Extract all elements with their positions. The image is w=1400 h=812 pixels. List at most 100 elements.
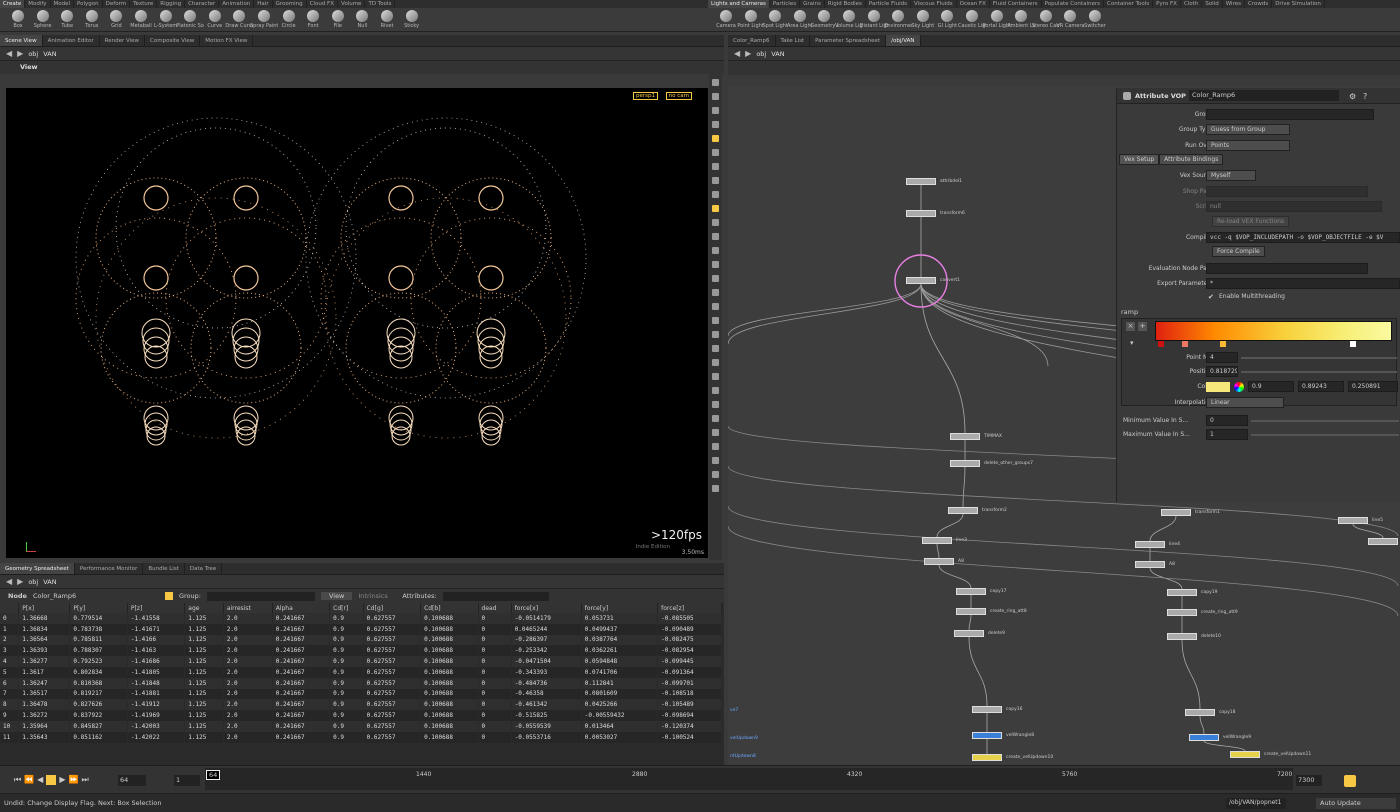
forward-arrow-icon[interactable]: ▶ bbox=[17, 577, 23, 586]
interp-menu[interactable]: Linear bbox=[1206, 397, 1284, 408]
color-wheel-icon[interactable] bbox=[1234, 382, 1244, 392]
view-menu[interactable]: View bbox=[320, 592, 353, 600]
min-field[interactable]: 0 bbox=[1206, 415, 1248, 426]
vex-source-menu[interactable]: Myself bbox=[1206, 170, 1256, 181]
viewport-tool-icon[interactable] bbox=[712, 373, 719, 380]
step-back-icon[interactable]: ⏪ bbox=[24, 775, 34, 785]
tab-animation-editor[interactable]: Animation Editor bbox=[43, 35, 100, 46]
tab-geometry-spreadsheet[interactable]: Geometry Spreadsheet bbox=[0, 563, 75, 574]
table-row[interactable]: 7 1.36517 0.819217 -1.41881 1.125 2.0 0.241667… bbox=[0, 688, 722, 700]
viewport-tool-icon[interactable] bbox=[712, 93, 719, 100]
color-g-field[interactable]: 0.89243 bbox=[1298, 381, 1344, 392]
start-frame-field[interactable]: 1 bbox=[174, 775, 200, 786]
viewport-tool-icon[interactable] bbox=[712, 331, 719, 338]
tab-model[interactable]: Model bbox=[51, 0, 75, 8]
column-header[interactable]: P[x] bbox=[18, 603, 71, 613]
column-header[interactable]: P[z] bbox=[127, 603, 186, 613]
column-header[interactable]: P[y] bbox=[69, 603, 128, 613]
group-type-menu[interactable]: Guess from Group bbox=[1206, 124, 1290, 135]
tab-bundle-list[interactable]: Bundle List bbox=[143, 563, 185, 574]
tab-character[interactable]: Character bbox=[185, 0, 220, 8]
network-node[interactable] bbox=[906, 210, 936, 217]
color-r-field[interactable]: 0.9 bbox=[1248, 381, 1294, 392]
step-forward-icon[interactable]: ⏩ bbox=[68, 775, 78, 785]
network-node[interactable] bbox=[1167, 633, 1197, 640]
tab-wires[interactable]: Wires bbox=[1223, 0, 1245, 8]
column-header[interactable]: airresist bbox=[223, 603, 273, 613]
column-header[interactable] bbox=[0, 603, 20, 613]
tab-solid[interactable]: Solid bbox=[1202, 0, 1223, 8]
tab-lights-and-cameras[interactable]: Lights and Cameras bbox=[708, 0, 770, 8]
back-arrow-icon[interactable]: ◀ bbox=[734, 49, 740, 58]
tab-crowds[interactable]: Crowds bbox=[1245, 0, 1273, 8]
expand-icon[interactable]: ▾ bbox=[1130, 339, 1134, 347]
tab-particles[interactable]: Particles bbox=[770, 0, 801, 8]
tool-switcher[interactable]: Switcher bbox=[1081, 10, 1109, 32]
network-node[interactable] bbox=[1368, 538, 1398, 545]
points-mode-icon[interactable] bbox=[164, 592, 173, 600]
table-row[interactable]: 2 1.36564 0.785811 -1.4166 1.125 2.0 0.241667 0… bbox=[0, 634, 722, 646]
network-node[interactable] bbox=[1185, 709, 1215, 716]
network-node[interactable] bbox=[972, 754, 1002, 761]
table-row[interactable]: 5 1.3617 0.802834 -1.41805 1.125 2.0 0.241667 0… bbox=[0, 666, 722, 678]
column-header[interactable]: age bbox=[184, 603, 224, 613]
play-icon[interactable]: ▶ bbox=[59, 775, 65, 785]
current-frame-marker[interactable]: 64 bbox=[206, 770, 221, 780]
viewport-tool-icon[interactable] bbox=[712, 471, 719, 478]
end-frame-field[interactable]: 7300 bbox=[1296, 775, 1322, 786]
group-field[interactable] bbox=[206, 591, 315, 601]
group-field[interactable] bbox=[1206, 109, 1374, 120]
timeline-ruler[interactable]: 64 1440 2880 4320 5760 7200 bbox=[205, 768, 1293, 790]
add-key-icon[interactable]: + bbox=[1138, 322, 1147, 331]
status-path[interactable]: /obj/VAN/popnet1 bbox=[1226, 798, 1286, 809]
back-arrow-icon[interactable]: ◀ bbox=[6, 577, 12, 586]
color-b-field[interactable]: 0.250891 bbox=[1348, 381, 1398, 392]
forward-arrow-icon[interactable]: ▶ bbox=[745, 49, 751, 58]
viewport-tool-icon[interactable] bbox=[712, 121, 719, 128]
force-compile-button[interactable]: Force Compile bbox=[1212, 246, 1265, 257]
tab-render-view[interactable]: Render View bbox=[100, 35, 146, 46]
network-node[interactable] bbox=[1135, 541, 1165, 548]
tab-data-tree[interactable]: Data Tree bbox=[185, 563, 223, 574]
max-field[interactable]: 1 bbox=[1206, 429, 1248, 440]
viewport-tool-icon[interactable] bbox=[712, 233, 719, 240]
network-node[interactable] bbox=[956, 588, 986, 595]
viewport-tool-icon[interactable] bbox=[712, 107, 719, 114]
table-row[interactable]: 8 1.36478 0.827626 -1.41912 1.125 2.0 0.241667… bbox=[0, 699, 722, 711]
table-row[interactable]: 3 1.36393 0.788307 -1.4163 1.125 2.0 0.241667 0… bbox=[0, 645, 722, 657]
table-row[interactable]: 1 1.36834 0.783738 -1.41671 1.125 2.0 0.241667… bbox=[0, 623, 722, 635]
network-node[interactable] bbox=[924, 558, 954, 565]
back-arrow-icon[interactable]: ◀ bbox=[6, 49, 12, 58]
camera-menu[interactable]: persp1 bbox=[633, 92, 658, 100]
viewport-tool-icon[interactable] bbox=[712, 457, 719, 464]
path-node[interactable]: VAN bbox=[43, 578, 56, 586]
viewport-tool-icon[interactable] bbox=[712, 261, 719, 268]
max-slider[interactable] bbox=[1251, 434, 1399, 436]
tool-sticky[interactable]: Sticky bbox=[398, 10, 426, 32]
tab-volume[interactable]: Volume bbox=[338, 0, 366, 8]
viewport-tool-icon[interactable] bbox=[712, 205, 719, 212]
eval-path-field[interactable] bbox=[1206, 263, 1368, 274]
network-node[interactable] bbox=[950, 460, 980, 467]
column-header[interactable]: force[x] bbox=[511, 603, 582, 613]
remove-key-icon[interactable]: × bbox=[1126, 322, 1135, 331]
tab-viscous-fluids[interactable]: Viscous Fluids bbox=[911, 0, 957, 8]
ramp-key-icon[interactable] bbox=[1220, 341, 1226, 347]
network-node[interactable] bbox=[1167, 589, 1197, 596]
tab-td-tools[interactable]: TD Tools bbox=[365, 0, 396, 8]
no-cam-menu[interactable]: no cam bbox=[665, 92, 692, 100]
min-slider[interactable] bbox=[1251, 420, 1399, 422]
viewport-tool-icon[interactable] bbox=[712, 219, 719, 226]
tab-attribute-bindings[interactable]: Attribute Bindings bbox=[1159, 154, 1224, 165]
path-root[interactable]: obj bbox=[28, 578, 38, 586]
table-row[interactable]: 10 1.35964 0.845827 -1.42003 1.125 2.0 0.24166… bbox=[0, 720, 722, 732]
viewport-tool-icon[interactable] bbox=[712, 401, 719, 408]
run-over-menu[interactable]: Points bbox=[1206, 140, 1290, 151]
ramp-key-icon[interactable] bbox=[1158, 341, 1164, 347]
attributes-field[interactable] bbox=[442, 591, 549, 601]
tab-rigging[interactable]: Rigging bbox=[157, 0, 186, 8]
viewport-tool-icon[interactable] bbox=[712, 387, 719, 394]
network-node[interactable] bbox=[950, 433, 980, 440]
network-node[interactable] bbox=[906, 277, 936, 284]
network-node[interactable] bbox=[956, 608, 986, 615]
